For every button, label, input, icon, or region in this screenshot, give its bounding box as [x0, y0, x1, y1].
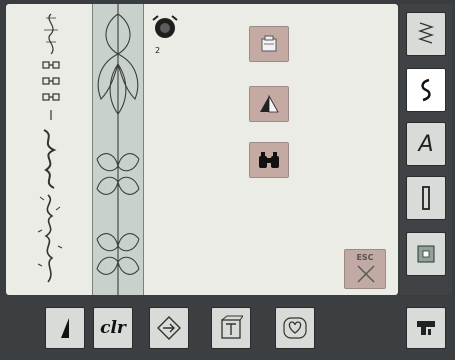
- main-screen: 2 ESC: [6, 4, 398, 295]
- setup-button[interactable]: [406, 307, 446, 349]
- clear-label: clr: [100, 318, 126, 338]
- close-icon: [357, 265, 375, 283]
- favorites-button[interactable]: [275, 307, 315, 349]
- machine-icon: [417, 321, 435, 335]
- clear-button[interactable]: clr: [93, 307, 133, 349]
- mirror-button[interactable]: [249, 86, 289, 122]
- quilt-icon: [417, 245, 435, 263]
- stitch-altitude-button[interactable]: [45, 307, 85, 349]
- move-icon: [157, 316, 181, 340]
- sidebar-item-practical-stitches[interactable]: [406, 12, 446, 56]
- t-square-icon: [221, 315, 243, 339]
- text-tool-button[interactable]: [211, 307, 251, 349]
- leaf-flower-pattern: [96, 4, 140, 295]
- stitch-count: 2: [155, 46, 161, 55]
- zigzag-icon: [417, 22, 435, 44]
- memory-icon: [261, 35, 277, 52]
- memory-button[interactable]: [249, 26, 289, 62]
- sidebar-item-decorative-stitches[interactable]: [406, 68, 446, 112]
- sidebar-item-quilt-stitches[interactable]: [406, 232, 446, 276]
- esc-button[interactable]: ESC: [344, 249, 386, 289]
- binoculars-icon: [259, 152, 279, 168]
- heart-icon: [283, 317, 307, 339]
- stitch-pattern-preview: [37, 13, 63, 283]
- sidebar-item-buttonholes[interactable]: [406, 176, 446, 220]
- buttonhole-icon: [422, 186, 430, 210]
- needle-ball-icon: [152, 15, 178, 38]
- esc-label: ESC: [356, 253, 374, 262]
- letter-a-icon: A: [418, 131, 434, 157]
- machine-frame: 2 ESC A clr: [0, 0, 455, 360]
- stitch-category-sidebar: A: [400, 4, 452, 295]
- pattern-strip[interactable]: [92, 4, 144, 295]
- sidebar-item-alphabets[interactable]: A: [406, 122, 446, 166]
- bottom-toolbar: clr: [0, 297, 455, 360]
- s-stitch-icon: [421, 78, 431, 102]
- navigation-button[interactable]: [149, 307, 189, 349]
- stitch-position-indicator: 2: [150, 10, 190, 60]
- search-button[interactable]: [249, 142, 289, 178]
- altitude-icon: [61, 318, 69, 338]
- mirror-icon: [260, 94, 279, 113]
